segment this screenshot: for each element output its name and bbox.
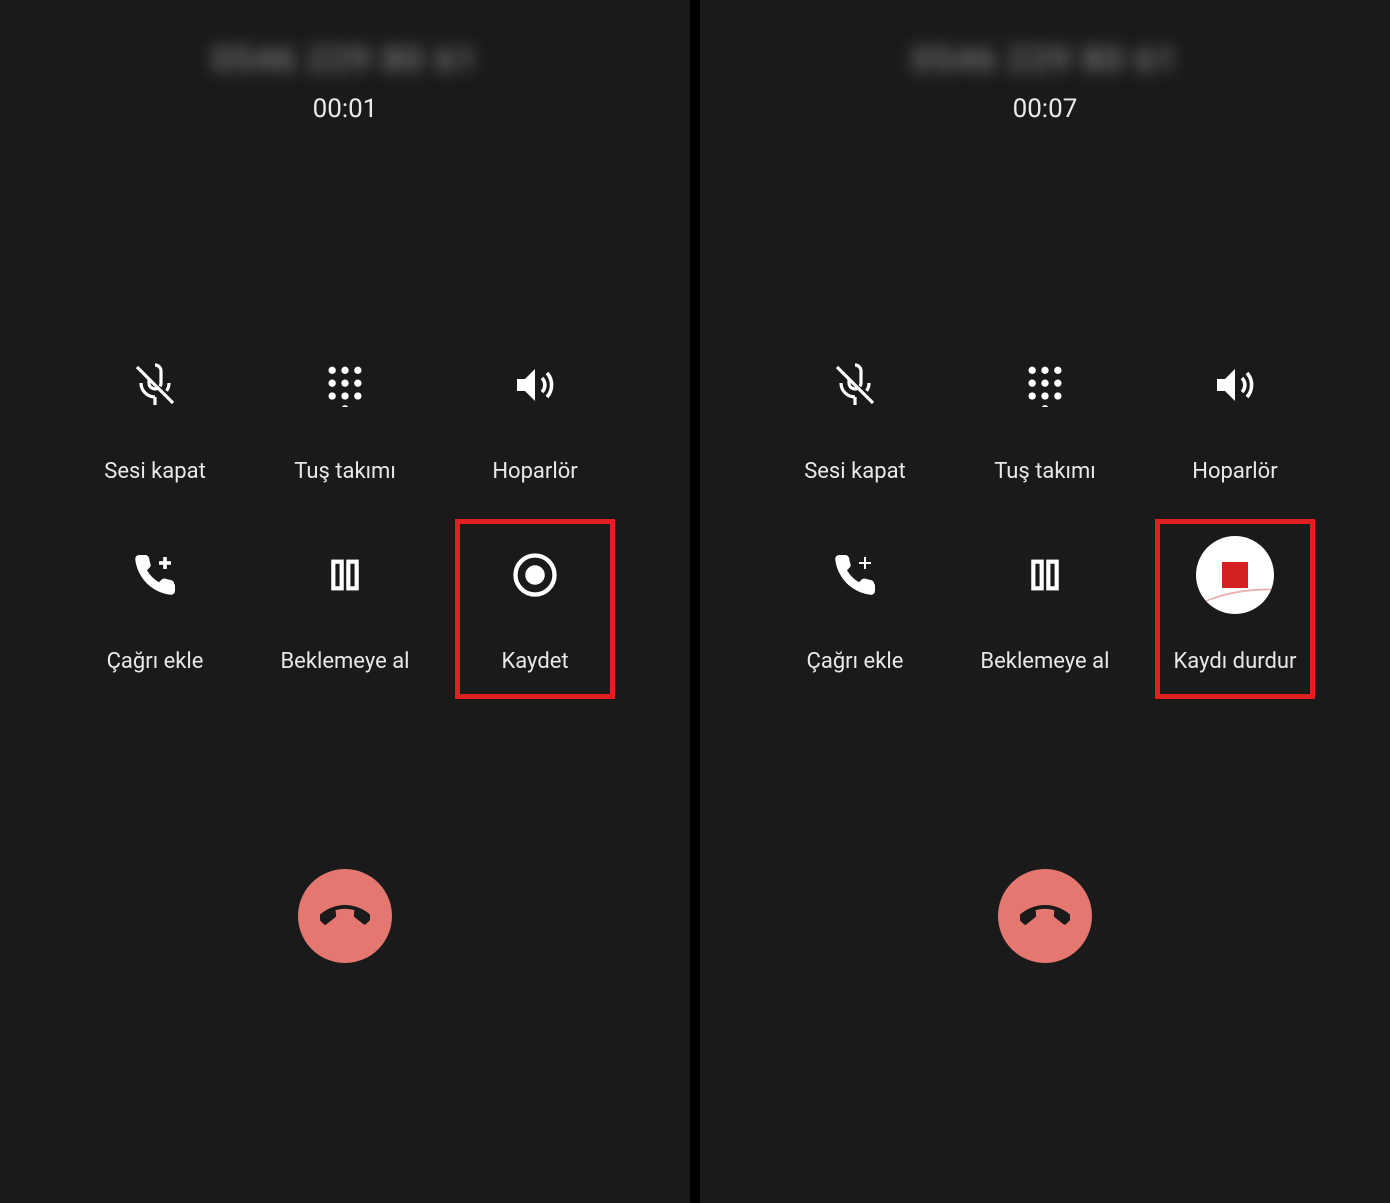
keypad-button[interactable]: Tuş takımı — [965, 329, 1125, 509]
mic-off-icon — [131, 355, 179, 415]
end-call-icon — [1020, 891, 1070, 941]
dialpad-icon — [323, 355, 367, 415]
pause-icon — [325, 545, 365, 605]
hold-label: Beklemeye al — [980, 649, 1109, 674]
mic-off-icon — [831, 355, 879, 415]
record-icon — [509, 545, 561, 605]
caller-number: 0546 229 80 61 — [912, 40, 1178, 80]
call-screen-left: 0546 229 80 61 00:01 Sesi kapat — [0, 0, 690, 1203]
mute-button[interactable]: Sesi kapat — [75, 329, 235, 509]
speaker-button[interactable]: Hoparlör — [455, 329, 615, 509]
mute-button[interactable]: Sesi kapat — [775, 329, 935, 509]
pane-divider — [690, 0, 700, 1203]
speaker-icon — [511, 355, 559, 415]
pause-icon — [1025, 545, 1065, 605]
stop-record-label: Kaydı durdur — [1173, 649, 1296, 674]
stop-record-button[interactable]: Kaydı durdur — [1155, 519, 1315, 699]
keypad-button[interactable]: Tuş takımı — [265, 329, 425, 509]
add-call-button[interactable]: Çağrı ekle — [75, 519, 235, 699]
add-call-icon — [831, 545, 879, 605]
keypad-label: Tuş takımı — [994, 459, 1096, 484]
dialpad-icon — [1023, 355, 1067, 415]
caller-number: 0546 229 80 61 — [212, 40, 478, 80]
hold-label: Beklemeye al — [280, 649, 409, 674]
action-grid: Sesi kapat Tuş takımı Hop — [60, 324, 630, 704]
call-timer: 00:01 — [212, 94, 478, 124]
end-call-button[interactable] — [998, 869, 1092, 963]
end-call-icon — [320, 891, 370, 941]
mute-label: Sesi kapat — [804, 459, 906, 484]
add-call-label: Çağrı ekle — [107, 649, 204, 674]
call-timer: 00:07 — [912, 94, 1178, 124]
speaker-label: Hoparlör — [1192, 459, 1277, 484]
mute-label: Sesi kapat — [104, 459, 206, 484]
end-call-button[interactable] — [298, 869, 392, 963]
speaker-label: Hoparlör — [492, 459, 577, 484]
call-screen-right: 0546 229 80 61 00:07 Sesi kapat — [700, 0, 1390, 1203]
add-call-icon — [131, 545, 179, 605]
caller-info: 0546 229 80 61 00:01 — [212, 40, 478, 124]
record-button[interactable]: Kaydet — [455, 519, 615, 699]
add-call-button[interactable]: Çağrı ekle — [775, 519, 935, 699]
action-grid: Sesi kapat Tuş takımı Hop — [760, 324, 1330, 704]
hold-button[interactable]: Beklemeye al — [965, 519, 1125, 699]
speaker-icon — [1211, 355, 1259, 415]
hold-button[interactable]: Beklemeye al — [265, 519, 425, 699]
caller-info: 0546 229 80 61 00:07 — [912, 40, 1178, 124]
record-label: Kaydet — [501, 649, 568, 674]
stop-record-icon — [1196, 545, 1274, 605]
keypad-label: Tuş takımı — [294, 459, 396, 484]
speaker-button[interactable]: Hoparlör — [1155, 329, 1315, 509]
add-call-label: Çağrı ekle — [807, 649, 904, 674]
